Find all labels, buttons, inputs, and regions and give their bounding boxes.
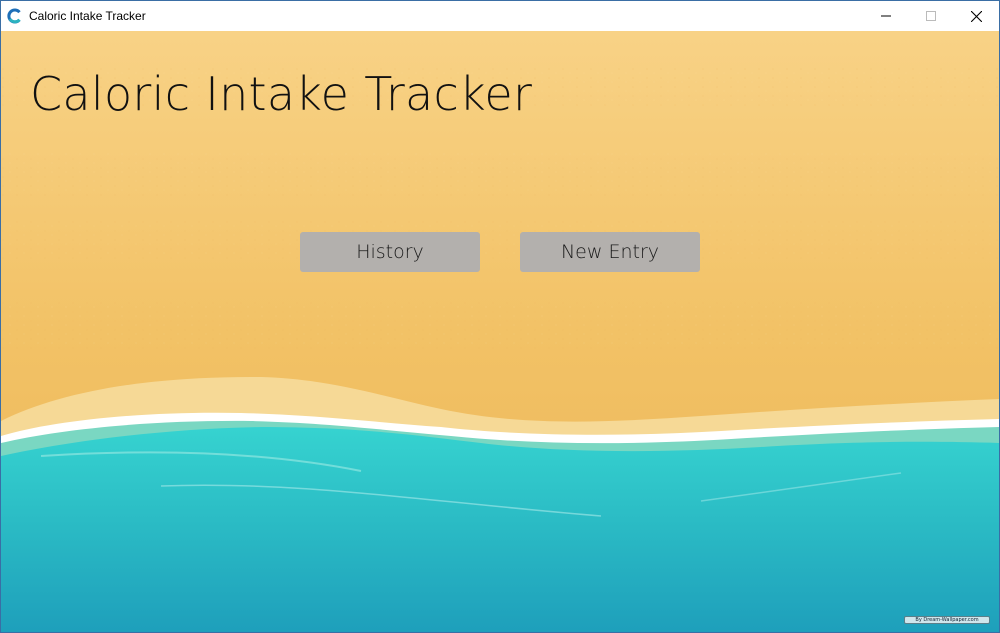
minimize-icon xyxy=(881,15,891,17)
minimize-button[interactable] xyxy=(863,1,909,31)
wallpaper-credit: By Dream-Wallpaper.com xyxy=(904,616,990,624)
app-c-logo-icon xyxy=(7,8,23,24)
main-content: Caloric Intake Tracker History New Entry… xyxy=(1,31,999,632)
maximize-icon xyxy=(926,11,936,21)
new-entry-button[interactable]: New Entry xyxy=(520,232,700,272)
beach-background xyxy=(1,31,999,632)
close-icon xyxy=(970,10,982,22)
title-bar[interactable]: Caloric Intake Tracker xyxy=(1,1,999,31)
window-title: Caloric Intake Tracker xyxy=(29,9,146,23)
page-title: Caloric Intake Tracker xyxy=(30,67,533,121)
close-button[interactable] xyxy=(953,1,999,31)
maximize-button[interactable] xyxy=(908,1,954,31)
app-window: Caloric Intake Tracker Caloric Intake Tr… xyxy=(0,0,1000,633)
history-button[interactable]: History xyxy=(300,232,480,272)
